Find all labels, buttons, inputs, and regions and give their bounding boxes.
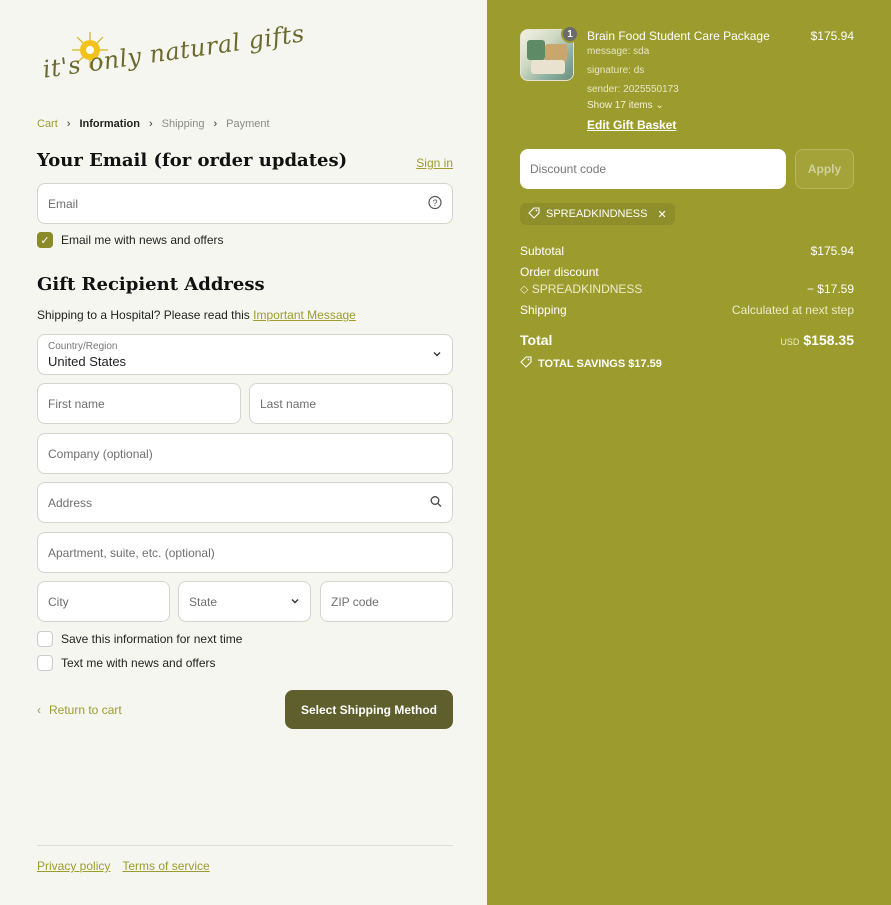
- close-icon[interactable]: ✕: [657, 208, 666, 221]
- subtotal-row: Subtotal $175.94: [520, 244, 854, 258]
- terms-of-service-link[interactable]: Terms of service: [122, 859, 209, 873]
- chevron-right-icon: ›: [66, 118, 71, 130]
- email-field[interactable]: Email ?: [37, 183, 453, 224]
- checkbox-unchecked-icon[interactable]: [37, 631, 53, 647]
- shipping-label: Shipping: [520, 303, 567, 317]
- breadcrumb-cart[interactable]: Cart: [37, 118, 58, 130]
- edit-gift-basket-link[interactable]: Edit Gift Basket: [587, 118, 676, 132]
- total-value: $158.35: [803, 332, 854, 348]
- text-me-checkbox-row[interactable]: Text me with news and offers: [37, 655, 216, 671]
- chevron-right-icon: ›: [148, 118, 153, 130]
- product-sender: sender: 2025550173: [587, 84, 679, 95]
- first-name-field[interactable]: First name: [37, 383, 241, 424]
- return-to-cart-label: Return to cart: [49, 703, 122, 717]
- email-section-title: Your Email (for order updates): [37, 150, 348, 171]
- email-placeholder: Email: [48, 196, 79, 211]
- apply-discount-button[interactable]: Apply: [795, 149, 854, 189]
- product-signature: signature: ds: [587, 65, 645, 76]
- discount-detail: ⬦ SPREADKINDNESS: [520, 282, 642, 297]
- discount-code-input[interactable]: Discount code: [520, 149, 786, 189]
- state-placeholder: State: [189, 594, 218, 609]
- chevron-down-icon: ⌄: [655, 100, 664, 111]
- apartment-field[interactable]: Apartment, suite, etc. (optional): [37, 532, 453, 573]
- checkbox-unchecked-icon[interactable]: [37, 655, 53, 671]
- newsletter-label: Email me with news and offers: [61, 233, 224, 247]
- breadcrumb-information: Information: [79, 118, 140, 130]
- address-field[interactable]: Address: [37, 482, 453, 523]
- footer-links: Privacy policy Terms of service: [37, 859, 210, 873]
- currency-code: USD: [780, 337, 800, 347]
- checkbox-checked-icon[interactable]: ✓: [37, 232, 53, 248]
- chevron-down-icon: [290, 595, 300, 609]
- applied-discount-tag: SPREADKINDNESS ✕: [520, 203, 675, 225]
- product-name: Brain Food Student Care Package: [587, 29, 770, 43]
- country-label: Country/Region: [48, 341, 118, 352]
- tag-icon: [528, 206, 540, 222]
- company-field[interactable]: Company (optional): [37, 433, 453, 474]
- chevron-right-icon: ›: [213, 118, 218, 130]
- footer-divider: [37, 845, 453, 846]
- shipping-value: Calculated at next step: [731, 303, 854, 317]
- total-value-wrap: USD $158.35: [780, 332, 854, 348]
- svg-text:?: ?: [432, 198, 437, 208]
- chevron-left-icon: ‹: [37, 703, 41, 717]
- save-info-checkbox-row[interactable]: Save this information for next time: [37, 631, 242, 647]
- address-section-title: Gift Recipient Address: [37, 274, 265, 295]
- hospital-text: Shipping to a Hospital? Please read this: [37, 308, 254, 322]
- sign-in-link[interactable]: Sign in: [416, 156, 453, 170]
- save-info-label: Save this information for next time: [61, 632, 243, 646]
- apartment-placeholder: Apartment, suite, etc. (optional): [48, 545, 215, 560]
- return-to-cart-link[interactable]: ‹ Return to cart: [37, 703, 122, 717]
- chevron-down-icon: [432, 348, 442, 362]
- discount-amount: − $17.59: [806, 282, 854, 296]
- show-items-toggle[interactable]: Show 17 items ⌄: [587, 100, 664, 111]
- product-price: $175.94: [810, 29, 854, 43]
- discount-detail-code: SPREADKINDNESS: [531, 282, 643, 296]
- total-savings-label: TOTAL SAVINGS $17.59: [538, 357, 662, 370]
- privacy-policy-link[interactable]: Privacy policy: [37, 859, 110, 873]
- newsletter-checkbox-row[interactable]: ✓ Email me with news and offers: [37, 232, 224, 248]
- city-placeholder: City: [48, 594, 69, 609]
- discount-placeholder: Discount code: [530, 162, 607, 176]
- breadcrumb-shipping: Shipping: [161, 118, 205, 130]
- tag-icon: ⬦: [520, 282, 532, 296]
- subtotal-label: Subtotal: [520, 244, 565, 258]
- text-me-label: Text me with news and offers: [61, 656, 216, 670]
- checkout-form-panel: it's only natural gifts Cart › Informati…: [0, 0, 487, 905]
- select-shipping-button[interactable]: Select Shipping Method: [285, 690, 453, 729]
- order-discount-row: Order discount: [520, 265, 854, 279]
- hospital-notice: Shipping to a Hospital? Please read this…: [37, 308, 356, 322]
- breadcrumb: Cart › Information › Shipping › Payment: [37, 118, 270, 130]
- order-discount-label: Order discount: [520, 265, 599, 279]
- store-logo[interactable]: it's only natural gifts: [37, 19, 306, 104]
- company-placeholder: Company (optional): [48, 446, 153, 461]
- breadcrumb-payment: Payment: [226, 118, 270, 130]
- address-placeholder: Address: [48, 495, 93, 510]
- quantity-badge: 1: [561, 25, 579, 43]
- first-name-placeholder: First name: [48, 396, 105, 411]
- discount-code-label: SPREADKINDNESS: [546, 208, 648, 220]
- tag-icon: [520, 356, 532, 371]
- order-summary-panel: 1 Brain Food Student Care Package $175.9…: [487, 0, 891, 905]
- last-name-field[interactable]: Last name: [249, 383, 453, 424]
- subtotal-value: $175.94: [810, 244, 854, 258]
- discount-detail-row: ⬦ SPREADKINDNESS − $17.59: [520, 282, 854, 297]
- total-row: Total USD $158.35: [520, 332, 854, 348]
- last-name-placeholder: Last name: [260, 396, 317, 411]
- show-items-label: Show 17 items: [587, 100, 653, 111]
- zip-field[interactable]: ZIP code: [320, 581, 453, 622]
- important-message-link[interactable]: Important Message: [253, 308, 356, 322]
- shipping-row: Shipping Calculated at next step: [520, 303, 854, 317]
- total-label: Total: [520, 332, 553, 348]
- zip-placeholder: ZIP code: [331, 594, 379, 609]
- logo-text: it's only natural gifts: [41, 19, 307, 84]
- help-icon[interactable]: ?: [428, 195, 442, 212]
- total-savings: TOTAL SAVINGS $17.59: [520, 356, 662, 371]
- country-value: United States: [48, 354, 127, 369]
- city-field[interactable]: City: [37, 581, 170, 622]
- product-message: message: sda: [587, 46, 650, 57]
- state-select[interactable]: State: [178, 581, 311, 622]
- search-icon: [430, 495, 442, 510]
- country-select[interactable]: Country/Region United States: [37, 334, 453, 375]
